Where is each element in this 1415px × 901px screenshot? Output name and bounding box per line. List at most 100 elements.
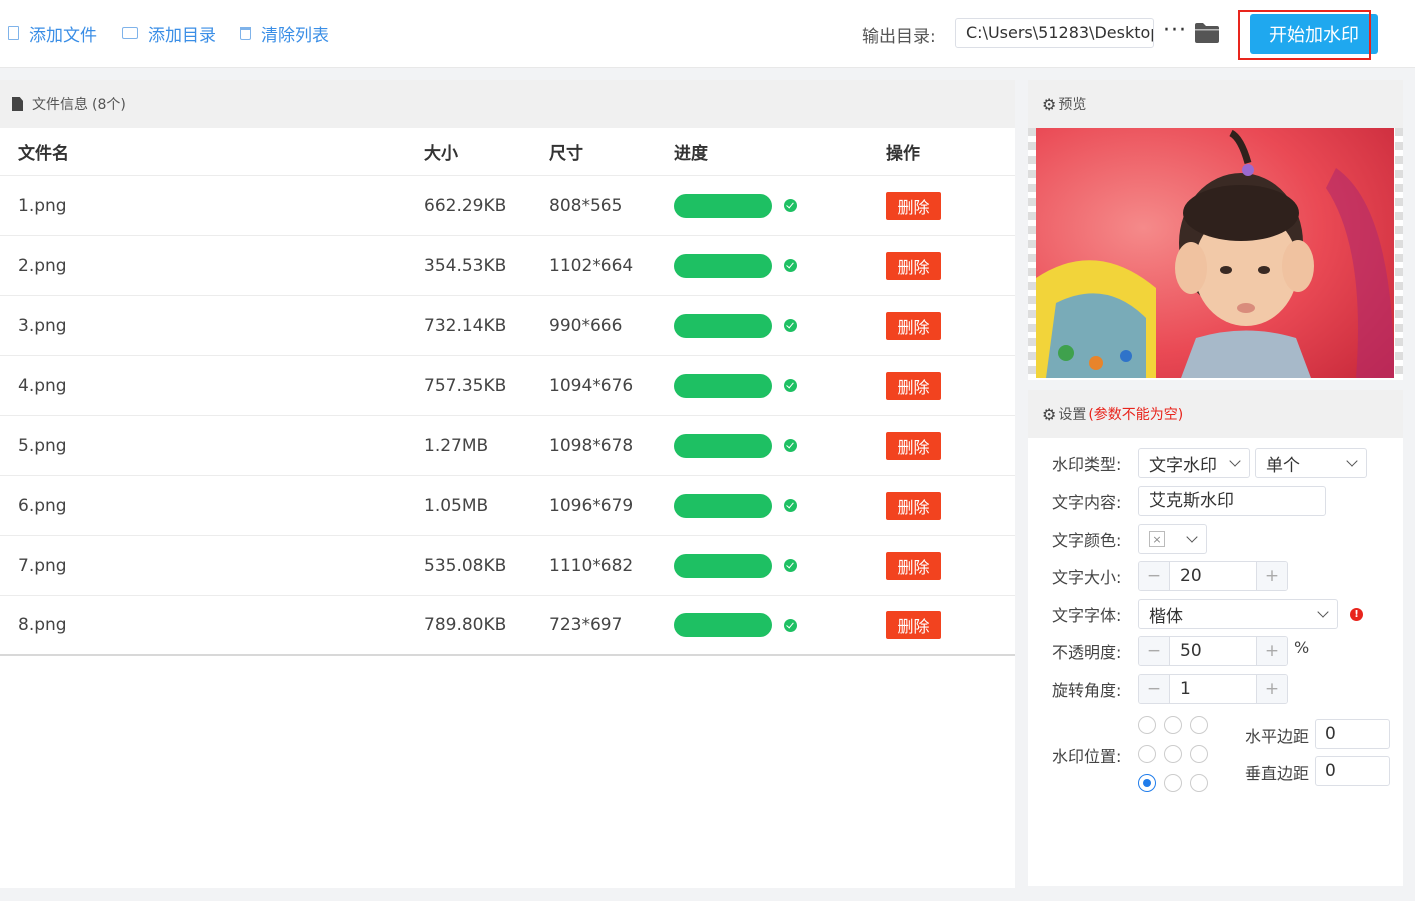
film-strip-right bbox=[1395, 128, 1403, 378]
file-size: 1.27MB bbox=[424, 435, 489, 456]
output-dir-label: 输出目录: bbox=[862, 27, 936, 47]
watermark-type-label: 水印类型: bbox=[1052, 455, 1122, 474]
progress-cell bbox=[674, 176, 797, 235]
file-dimensions: 990*666 bbox=[549, 315, 623, 336]
trash-icon bbox=[240, 26, 251, 40]
delete-button[interactable]: 删除 bbox=[886, 491, 941, 520]
file-dimensions: 1102*664 bbox=[549, 255, 634, 276]
table-row[interactable]: 1.png 662.29KB 808*565 删除 bbox=[0, 176, 1015, 236]
file-name: 5.png bbox=[18, 435, 67, 456]
text-size-row: 文字大小: − 20 + bbox=[1052, 561, 1288, 591]
delete-button[interactable]: 删除 bbox=[886, 431, 941, 460]
file-icon bbox=[8, 26, 19, 40]
film-strip-left bbox=[1028, 128, 1036, 378]
add-file-button[interactable]: 添加文件 bbox=[8, 20, 97, 46]
table-row[interactable]: 7.png 535.08KB 1110*682 删除 bbox=[0, 536, 1015, 596]
rotation-value[interactable]: 1 bbox=[1169, 675, 1257, 703]
watermark-type-select[interactable]: 文字水印 bbox=[1138, 448, 1250, 478]
progress-cell bbox=[674, 236, 797, 295]
increment-button[interactable]: + bbox=[1257, 675, 1287, 703]
output-dir-input[interactable]: C:\Users\51283\Desktop bbox=[955, 18, 1154, 48]
col-header-dimensions: 尺寸 bbox=[549, 144, 583, 164]
decrement-button[interactable]: − bbox=[1139, 675, 1169, 703]
increment-button[interactable]: + bbox=[1257, 562, 1287, 590]
open-folder-icon[interactable] bbox=[1194, 22, 1220, 44]
table-row[interactable]: 6.png 1.05MB 1096*679 删除 bbox=[0, 476, 1015, 536]
add-file-label: 添加文件 bbox=[29, 25, 97, 46]
file-name: 7.png bbox=[18, 555, 67, 576]
progress-bar bbox=[674, 433, 772, 458]
file-dimensions: 1110*682 bbox=[549, 555, 634, 576]
progress-bar bbox=[674, 493, 772, 518]
gear-icon: ⚙ bbox=[1042, 94, 1057, 114]
file-size: 757.35KB bbox=[424, 375, 507, 396]
vertical-margin-input[interactable]: 0 bbox=[1315, 756, 1390, 786]
delete-button[interactable]: 删除 bbox=[886, 551, 941, 580]
folder-icon bbox=[122, 27, 138, 39]
decrement-button[interactable]: − bbox=[1139, 562, 1169, 590]
increment-button[interactable]: + bbox=[1257, 637, 1287, 665]
text-color-picker[interactable]: × bbox=[1138, 524, 1207, 554]
delete-button[interactable]: 删除 bbox=[886, 311, 941, 340]
font-label: 文字字体: bbox=[1052, 606, 1122, 625]
opacity-value[interactable]: 50 bbox=[1169, 637, 1257, 665]
opacity-label: 不透明度: bbox=[1052, 643, 1122, 662]
settings-title: 设置 bbox=[1058, 407, 1087, 423]
position-radio-middle-right[interactable] bbox=[1190, 745, 1208, 763]
delete-button[interactable]: 删除 bbox=[886, 191, 941, 220]
position-radio-bottom-left[interactable] bbox=[1138, 774, 1156, 792]
file-dimensions: 1098*678 bbox=[549, 435, 634, 456]
horizontal-margin-input[interactable]: 0 bbox=[1315, 719, 1390, 749]
font-select[interactable]: 楷体 bbox=[1138, 599, 1338, 629]
file-name: 2.png bbox=[18, 255, 67, 276]
clear-list-button[interactable]: 清除列表 bbox=[240, 20, 329, 46]
position-radio-top-left[interactable] bbox=[1138, 716, 1156, 734]
position-radio-middle-left[interactable] bbox=[1138, 745, 1156, 763]
toolbar: 添加文件 添加目录 清除列表 输出目录: C:\Users\51283\Desk… bbox=[0, 0, 1415, 68]
check-circle-icon bbox=[784, 439, 797, 452]
position-radio-top-right[interactable] bbox=[1190, 716, 1208, 734]
vertical-margin-label: 垂直边距 bbox=[1245, 764, 1310, 783]
text-size-value[interactable]: 20 bbox=[1169, 562, 1257, 590]
add-directory-button[interactable]: 添加目录 bbox=[122, 20, 216, 46]
file-name: 4.png bbox=[18, 375, 67, 396]
start-watermark-button[interactable]: 开始加水印 bbox=[1250, 14, 1378, 54]
decrement-button[interactable]: − bbox=[1139, 637, 1169, 665]
file-name: 6.png bbox=[18, 495, 67, 516]
file-size: 1.05MB bbox=[424, 495, 489, 516]
check-circle-icon bbox=[784, 319, 797, 332]
file-dimensions: 1096*679 bbox=[549, 495, 634, 516]
chevron-down-icon bbox=[1346, 455, 1358, 467]
position-label: 水印位置: bbox=[1052, 747, 1122, 766]
file-size: 535.08KB bbox=[424, 555, 507, 576]
file-name: 8.png bbox=[18, 615, 67, 635]
check-circle-icon bbox=[784, 618, 797, 632]
preview-panel: ⚙ 预览 bbox=[1028, 80, 1403, 380]
watermark-mode-select[interactable]: 单个 bbox=[1255, 448, 1367, 478]
col-header-name: 文件名 bbox=[18, 144, 69, 164]
position-radio-middle-center[interactable] bbox=[1164, 745, 1182, 763]
more-options-icon[interactable]: ··· bbox=[1163, 18, 1187, 44]
table-row[interactable]: 4.png 757.35KB 1094*676 删除 bbox=[0, 356, 1015, 416]
table-row[interactable]: 5.png 1.27MB 1098*678 删除 bbox=[0, 416, 1015, 476]
text-size-stepper: − 20 + bbox=[1138, 561, 1288, 591]
progress-cell bbox=[674, 476, 797, 535]
file-dimensions: 723*697 bbox=[549, 615, 623, 635]
delete-button[interactable]: 删除 bbox=[886, 251, 941, 280]
position-radio-bottom-right[interactable] bbox=[1190, 774, 1208, 792]
table-row[interactable]: 8.png 789.80KB 723*697 删除 bbox=[0, 596, 1015, 656]
error-icon: ! bbox=[1350, 607, 1363, 621]
table-row[interactable]: 2.png 354.53KB 1102*664 删除 bbox=[0, 236, 1015, 296]
position-radio-bottom-center[interactable] bbox=[1164, 774, 1182, 792]
delete-button[interactable]: 删除 bbox=[886, 371, 941, 400]
file-list-panel: 文件信息 (8个) 文件名 大小 尺寸 进度 操作 1.png 662.29KB… bbox=[0, 80, 1015, 888]
file-panel-title: 文件信息 bbox=[32, 97, 88, 113]
text-content-input[interactable]: 艾克斯水印 bbox=[1138, 486, 1326, 516]
check-circle-icon bbox=[784, 379, 797, 392]
table-row[interactable]: 3.png 732.14KB 990*666 删除 bbox=[0, 296, 1015, 356]
delete-button[interactable]: 删除 bbox=[886, 611, 941, 639]
position-radio-top-center[interactable] bbox=[1164, 716, 1182, 734]
rotation-stepper: − 1 + bbox=[1138, 674, 1288, 704]
file-name: 1.png bbox=[18, 195, 67, 216]
opacity-row: 不透明度: − 50 + % bbox=[1052, 636, 1309, 666]
